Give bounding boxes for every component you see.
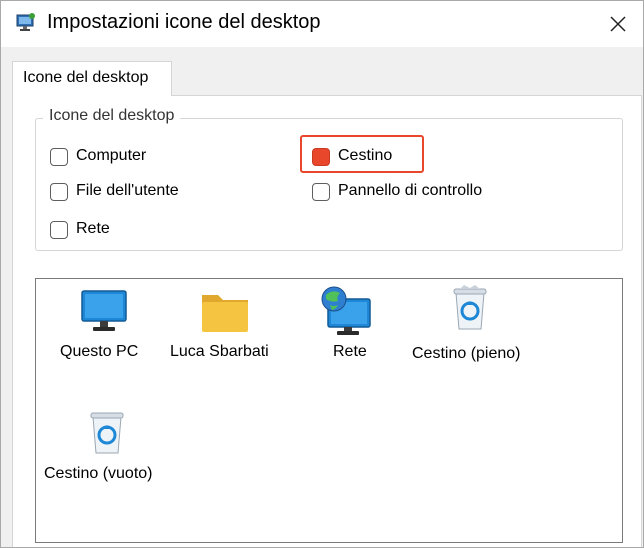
icon-item-questo-pc[interactable]: Questo PC bbox=[48, 287, 158, 367]
group-legend: Icone del desktop bbox=[43, 107, 181, 125]
checkbox-label: Pannello di controllo bbox=[338, 182, 483, 199]
icon-label: Cestino (vuoto) bbox=[44, 465, 153, 482]
icon-item-rete[interactable]: Rete bbox=[306, 281, 386, 367]
icon-label: Luca Sbarbati bbox=[170, 343, 269, 360]
tab-label: Icone del desktop bbox=[23, 69, 149, 86]
tab-panel: Icone del desktop Computer Cestino File … bbox=[12, 95, 642, 547]
icon-label: Questo PC bbox=[60, 343, 139, 360]
icon-item-cestino-vuoto[interactable]: Cestino (vuoto) bbox=[42, 407, 172, 491]
checkbox-label: Rete bbox=[76, 220, 110, 237]
checkbox-label: File dell'utente bbox=[76, 182, 179, 199]
dialog-window: Impostazioni icone del desktop Icone del… bbox=[0, 0, 644, 548]
recycle-bin-empty-icon bbox=[90, 412, 124, 454]
close-button[interactable] bbox=[599, 5, 637, 43]
title-bar: Impostazioni icone del desktop bbox=[1, 1, 643, 47]
checkbox-box[interactable] bbox=[312, 148, 330, 166]
checkbox-label: Cestino bbox=[338, 147, 393, 164]
icon-label: Rete bbox=[333, 343, 367, 360]
monitor-icon bbox=[81, 290, 127, 331]
recycle-bin-full-icon bbox=[453, 285, 487, 330]
checkbox-box[interactable] bbox=[50, 183, 68, 201]
desktop-icons-groupbox: Icone del desktop Computer Cestino File … bbox=[35, 107, 623, 251]
folder-icon bbox=[202, 295, 248, 332]
icon-list[interactable]: Questo PC Luca Sbarbati Rete Cestino (pi… bbox=[35, 278, 623, 543]
window-title: Impostazioni icone del desktop bbox=[47, 11, 321, 33]
close-icon bbox=[610, 16, 626, 32]
checkbox-box[interactable] bbox=[50, 221, 68, 239]
network-globe-icon bbox=[321, 286, 371, 335]
checkbox-box[interactable] bbox=[312, 183, 330, 201]
icon-item-user-folder[interactable]: Luca Sbarbati bbox=[166, 287, 286, 367]
tab-desktop-icons[interactable]: Icone del desktop bbox=[12, 61, 172, 96]
icon-label: Cestino (pieno) bbox=[412, 345, 521, 362]
checkbox-label: Computer bbox=[76, 147, 147, 164]
icon-item-cestino-pieno[interactable]: Cestino (pieno) bbox=[406, 283, 536, 367]
checkbox-box[interactable] bbox=[50, 148, 68, 166]
desktop-settings-icon bbox=[16, 13, 35, 31]
